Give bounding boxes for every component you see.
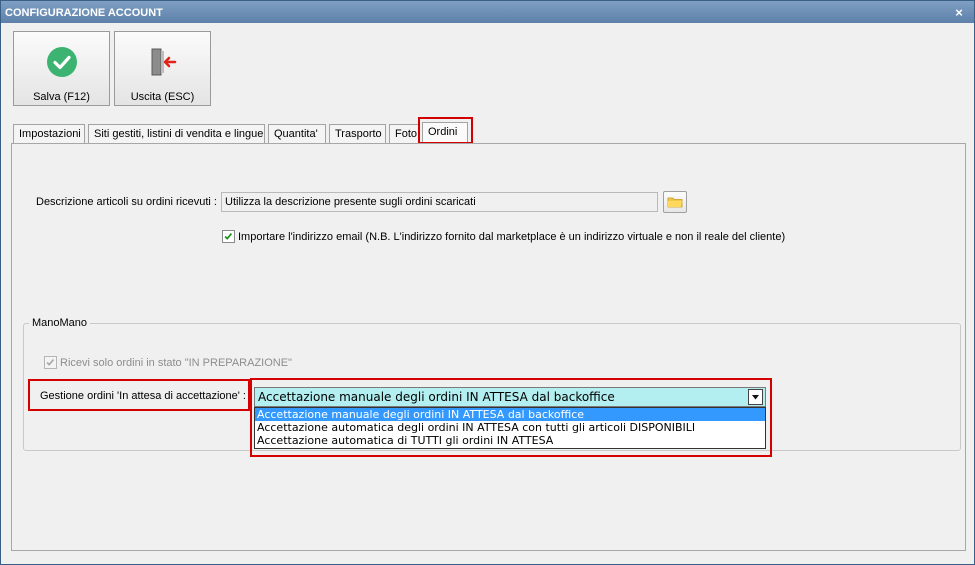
folder-icon bbox=[667, 197, 683, 208]
import-email-checkbox[interactable] bbox=[222, 230, 235, 243]
tab-siti-gestiti[interactable]: Siti gestiti, listini di vendita e lingu… bbox=[88, 124, 265, 143]
checkmark-icon bbox=[46, 358, 55, 366]
exit-button[interactable]: Uscita (ESC) bbox=[114, 31, 211, 106]
tab-label: Siti gestiti, listini di vendita e lingu… bbox=[94, 128, 264, 140]
tab-quantita[interactable]: Quantita' bbox=[268, 124, 326, 143]
tab-label: Quantita' bbox=[274, 128, 318, 140]
checkmark-icon bbox=[224, 232, 233, 240]
close-icon[interactable]: × bbox=[952, 1, 966, 23]
browse-button[interactable] bbox=[663, 191, 687, 213]
descrizione-field[interactable]: Utilizza la descrizione presente sugli o… bbox=[221, 192, 658, 212]
highlight-gestione-select bbox=[250, 378, 772, 457]
manomano-group-title: ManoMano bbox=[29, 317, 91, 329]
window-title: CONFIGURAZIONE ACCOUNT bbox=[5, 7, 163, 19]
highlight-gestione-label bbox=[28, 379, 250, 411]
descrizione-value: Utilizza la descrizione presente sugli o… bbox=[225, 196, 476, 208]
config-window: CONFIGURAZIONE ACCOUNT × Salva (F12) Usc… bbox=[0, 0, 975, 565]
save-button-label: Salva (F12) bbox=[33, 91, 90, 103]
title-bar: CONFIGURAZIONE ACCOUNT × bbox=[1, 1, 974, 23]
ricevi-preparazione-label: Ricevi solo ordini in stato "IN PREPARAZ… bbox=[60, 357, 292, 369]
descrizione-label: Descrizione articoli su ordini ricevuti … bbox=[36, 196, 217, 208]
ricevi-preparazione-checkbox[interactable] bbox=[44, 356, 57, 369]
highlight-tab-ordini bbox=[418, 117, 473, 144]
tab-label: Foto bbox=[395, 128, 418, 140]
import-email-label: Importare l'indirizzo email (N.B. L'indi… bbox=[238, 231, 786, 243]
exit-button-label: Uscita (ESC) bbox=[130, 91, 195, 103]
tab-impostazioni[interactable]: Impostazioni bbox=[13, 124, 85, 143]
tab-label: Trasporto bbox=[335, 128, 382, 140]
tab-foto[interactable]: Foto bbox=[389, 124, 419, 143]
tab-trasporto[interactable]: Trasporto bbox=[329, 124, 386, 143]
door-exit-icon bbox=[151, 48, 177, 76]
tab-label: Impostazioni bbox=[19, 128, 81, 140]
save-button[interactable]: Salva (F12) bbox=[13, 31, 110, 106]
checkmark-circle-icon bbox=[47, 47, 77, 77]
